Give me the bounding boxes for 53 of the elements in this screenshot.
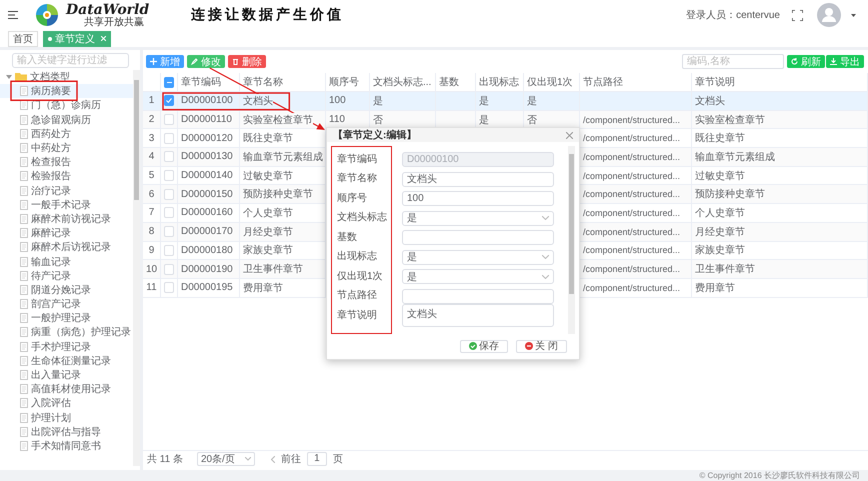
table-cell: 输血章节元素组成 [692,148,868,167]
table-cell: 11 [143,278,161,298]
field-label: 仅出现1次 [337,270,383,283]
table-cell: 6 [143,185,161,204]
field-label: 顺序号 [337,192,367,205]
dialog-title: 【章节定义:编辑】 [333,128,416,142]
table-cell: D00000150 [178,185,240,204]
table-cell: 预防接种史章节 [240,185,326,204]
table-cell: D00000195 [178,278,240,298]
table-cell: /component/structured... [580,185,692,204]
field-label: 章节说明 [337,308,377,322]
table-cell: 实验室检查章节 [240,110,326,130]
table-cell: 100 [326,92,370,111]
table-cell: 月经史章节 [692,222,868,242]
table-cell: D00000110 [178,110,240,130]
field-label: 文档头标志 [337,210,387,224]
logo-title: DataWorld [66,2,150,18]
table-cell: D00000190 [178,260,240,279]
table-cell: /component/structured... [580,148,692,167]
table-cell: 输血章节元素组成 [240,148,326,167]
table-cell: 卫生事件章节 [692,260,868,279]
table-cell: D00000170 [178,222,240,242]
table-cell: 文档头 [240,92,326,111]
field-label: 章节名称 [337,172,377,186]
table-cell: /component/structured... [580,278,692,298]
table-cell: /component/structured... [580,260,692,279]
table-cell: 个人史章节 [240,204,326,223]
total-count: 共 11 条 [147,452,183,466]
page-suffix: 页 [332,453,343,466]
table-cell: /component/structured... [580,222,692,242]
table-cell: /component/structured... [580,204,692,223]
table-cell: D00000160 [178,204,240,223]
goto-label: 前往 [280,452,301,466]
slogan: 连接让数据产生价值 [191,6,344,24]
table-cell: 卫生事件章节 [240,260,326,279]
table-cell: 预防接种史章节 [692,185,868,204]
table-cell: /component/structured... [580,110,692,130]
table-cell: 4 [143,148,161,167]
copyright: © Copyright 2016 长沙廖氏软件科技有限公司 [0,470,868,481]
table-cell: 实验室检查章节 [692,110,868,130]
table-cell: 8 [143,222,161,242]
field-label: 章节编码 [337,152,377,166]
user-label: 登录人员：centervue [686,9,780,22]
table-cell: 2 [143,110,161,130]
table-cell: 10 [143,260,161,279]
logo-subtitle: 共享开放共赢 [83,18,145,28]
table-cell: 月经史章节 [240,222,326,242]
field-label: 基数 [337,230,357,244]
table-cell: 费用章节 [692,278,868,298]
field-label: 出现标志 [337,250,377,264]
table-cell: 费用章节 [240,278,326,298]
table-cell: D00000130 [178,148,240,167]
field-label: 节点路径 [337,288,377,302]
